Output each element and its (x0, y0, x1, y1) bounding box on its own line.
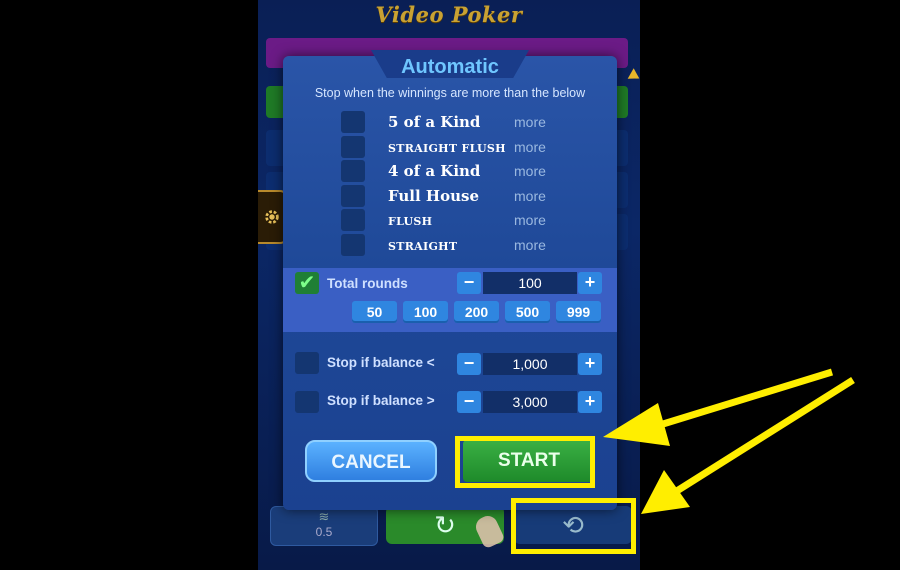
hand-label: STRAIGHT FLUSH (388, 141, 506, 155)
stop-above-minus-button[interactable]: − (457, 391, 481, 413)
total-rounds-plus-button[interactable]: + (578, 272, 602, 294)
hand-more-link[interactable]: more (514, 212, 546, 228)
gear-icon (265, 210, 279, 224)
hand-checkbox[interactable] (341, 111, 365, 133)
refresh-icon: ↻ (434, 509, 456, 540)
stop-below-plus-button[interactable]: + (578, 353, 602, 375)
hand-more-link[interactable]: more (514, 139, 546, 155)
hand-label: STRAIGHT (388, 239, 458, 253)
stop-above-value[interactable]: 3,000 (483, 391, 577, 413)
total-rounds-value[interactable]: 100 (483, 272, 577, 294)
hand-more-link[interactable]: more (514, 188, 546, 204)
hand-checkbox[interactable] (341, 209, 365, 231)
cancel-button[interactable]: CANCEL (305, 440, 437, 482)
bet-value: 0.5 (315, 525, 333, 539)
stop-above-plus-button[interactable]: + (578, 391, 602, 413)
preset-999-button[interactable]: 999 (556, 301, 601, 323)
hand-more-link[interactable]: more (514, 163, 546, 179)
stop-below-checkbox[interactable] (295, 352, 319, 374)
auto-play-highlight-box (511, 498, 636, 554)
hand-checkbox[interactable] (341, 160, 365, 182)
bet-button[interactable]: ≋ 0.5 (270, 506, 378, 546)
stop-above-checkbox[interactable] (295, 391, 319, 413)
hand-checkbox[interactable] (341, 135, 365, 158)
game-title: Video Poker (375, 2, 523, 27)
hand-label: FLUSH (388, 215, 433, 228)
hand-more-link[interactable]: more (514, 114, 546, 130)
stop-below-minus-button[interactable]: − (457, 353, 481, 375)
stop-above-label: Stop if balance > (327, 393, 435, 408)
hand-label: 4 of a Kind (388, 162, 481, 180)
hand-checkbox[interactable] (341, 184, 365, 207)
checkmark-icon: ✔ (298, 272, 316, 294)
start-highlight-box (455, 436, 595, 488)
hand-label: Full House (388, 186, 479, 205)
coin-stack-icon: ≋ (318, 509, 330, 524)
preset-50-button[interactable]: 50 (352, 301, 397, 323)
preset-200-button[interactable]: 200 (454, 301, 499, 323)
total-rounds-label: Total rounds (327, 276, 408, 291)
stop-below-label: Stop if balance < (327, 355, 435, 370)
preset-500-button[interactable]: 500 (505, 301, 550, 323)
arrow-to-auto-play (641, 377, 855, 514)
total-rounds-minus-button[interactable]: − (457, 272, 481, 294)
preset-100-button[interactable]: 100 (403, 301, 448, 323)
dialog-subtitle: Stop when the winnings are more than the… (314, 86, 586, 100)
hand-more-link[interactable]: more (514, 237, 546, 253)
hand-label: 5 of a Kind (388, 113, 481, 131)
dialog-title: Automatic (401, 56, 499, 78)
total-rounds-checkbox[interactable]: ✔ (295, 272, 319, 294)
hand-checkbox[interactable] (341, 233, 365, 256)
stop-below-value[interactable]: 1,000 (483, 353, 577, 375)
